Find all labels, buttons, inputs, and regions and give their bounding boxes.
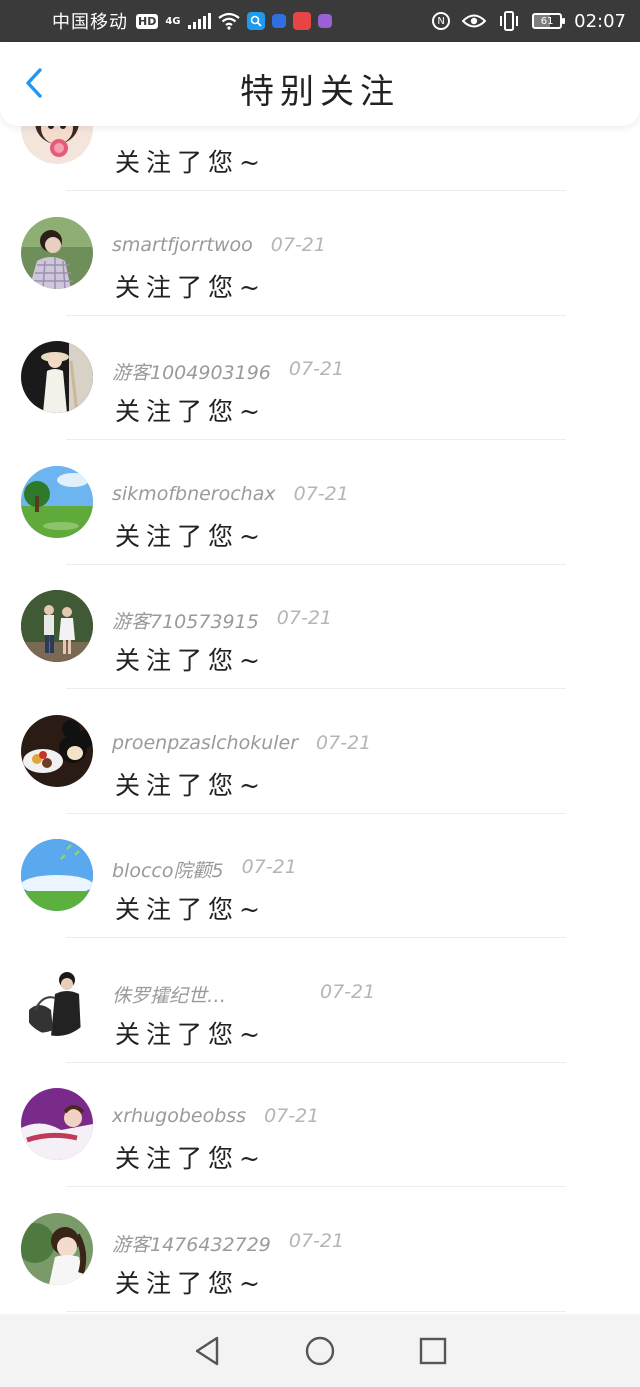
follow-message: 关注了您~ [115, 646, 266, 675]
network-type-label: 4G [165, 15, 181, 27]
username[interactable]: 游客1004903196 [112, 358, 271, 385]
carrier-label: 中国移动 [52, 12, 128, 33]
nav-back-button[interactable] [187, 1331, 227, 1371]
red-app-icon [292, 12, 311, 30]
avatar[interactable] [21, 590, 93, 662]
follow-message: 关注了您~ [115, 272, 266, 302]
follow-date: 07-21 [264, 1105, 320, 1127]
purple-app-icon [317, 14, 332, 28]
avatar-image [21, 216, 93, 289]
avatar[interactable] [21, 341, 93, 413]
follow-date: 07-21 [288, 358, 345, 380]
avatar-image [21, 714, 93, 787]
follow-message: 关注了您~ [115, 397, 266, 426]
follower-list: 关注了您~ smartfjorrtwoo 07-21 关注了您~ 游客100490319… [0, 126, 640, 1314]
avatar-image [21, 839, 93, 911]
list-item[interactable]: 游客1476432729 07-21 关注了您~ [0, 1188, 640, 1312]
avatar[interactable] [21, 963, 93, 1036]
circle-home-icon [305, 1336, 335, 1365]
list-item[interactable]: 关注了您~ [0, 126, 640, 191]
avatar-image [21, 1088, 93, 1160]
signal-icon [187, 13, 211, 29]
follow-message: 关注了您~ [115, 1268, 266, 1298]
avatar[interactable] [21, 216, 93, 289]
list-item[interactable]: proenpzaslchokuler 07-21 关注了您~ [0, 690, 640, 814]
username[interactable]: proenpzaslchokuler [112, 732, 298, 754]
avatar[interactable] [21, 839, 93, 911]
avatar-image [21, 126, 93, 164]
follow-message: 关注了您~ [115, 770, 266, 800]
follow-message: 关注了您~ [115, 521, 266, 551]
list-item[interactable]: smartfjorrtwoo 07-21 关注了您~ [0, 192, 640, 316]
list-item[interactable]: blocco院颧5 07-21 关注了您~ [0, 814, 640, 938]
avatar[interactable] [21, 1212, 93, 1285]
list-item[interactable]: 侏罗攉纪世… 07-21 关注了您~ [0, 939, 640, 1063]
avatar[interactable] [21, 126, 93, 164]
status-bar: 中国移动 HD 4G N 61 02:07 [0, 0, 640, 42]
vibrate-icon [500, 11, 519, 31]
clock: 02:07 [574, 10, 626, 32]
follow-date: 07-21 [320, 980, 376, 1003]
avatar-image [21, 590, 93, 662]
username[interactable]: blocco院颧5 [112, 856, 224, 883]
list-item[interactable]: 游客1004903196 07-21 关注了您~ [0, 316, 640, 440]
avatar[interactable] [21, 465, 93, 538]
nav-recents-button[interactable] [413, 1331, 453, 1371]
wifi-icon [217, 12, 240, 30]
battery-icon: 61 [532, 13, 566, 29]
eye-icon [462, 14, 487, 28]
avatar-image [21, 341, 93, 413]
username[interactable]: 游客1476432729 [112, 1230, 271, 1257]
square-recents-icon [420, 1337, 447, 1364]
avatar-image [21, 1212, 93, 1285]
follow-date: 07-21 [270, 233, 326, 256]
avatar[interactable] [21, 1088, 93, 1160]
username[interactable]: sikmofbnerochax [112, 483, 276, 505]
hd-icon: HD [136, 13, 159, 29]
follow-date: 07-21 [316, 731, 372, 754]
app-notification-icon [271, 14, 286, 28]
list-item[interactable]: sikmofbnerochax 07-21 关注了您~ [0, 441, 640, 565]
avatar-image [21, 465, 93, 538]
follow-message: 关注了您~ [115, 895, 266, 924]
follow-message: 关注了您~ [115, 1019, 266, 1049]
username[interactable]: 游客710573915 [112, 607, 259, 634]
system-nav-bar [0, 1314, 640, 1387]
row-divider [66, 1310, 566, 1312]
follow-date: 07-21 [241, 856, 297, 878]
avatar-image [21, 963, 93, 1036]
nav-home-button[interactable] [300, 1331, 340, 1371]
follow-message: 关注了您~ [115, 148, 266, 177]
follow-date: 07-21 [276, 607, 333, 629]
battery-level: 61 [540, 15, 554, 27]
username[interactable]: 侏罗攉纪世… [112, 981, 226, 1008]
triangle-back-icon [195, 1336, 218, 1365]
username[interactable]: xrhugobeobss [112, 1105, 246, 1127]
app-header: 特别关注 [0, 42, 640, 126]
page-title: 特别关注 [240, 72, 400, 112]
follow-message: 关注了您~ [115, 1144, 266, 1173]
list-item[interactable]: xrhugobeobss 07-21 关注了您~ [0, 1063, 640, 1187]
username[interactable]: smartfjorrtwoo [112, 234, 253, 256]
follow-date: 07-21 [293, 482, 349, 505]
search-app-icon [246, 12, 265, 30]
data-saver-icon: N [432, 12, 451, 30]
list-item[interactable]: 游客710573915 07-21 关注了您~ [0, 565, 640, 689]
avatar[interactable] [21, 714, 93, 787]
follow-date: 07-21 [288, 1229, 345, 1252]
